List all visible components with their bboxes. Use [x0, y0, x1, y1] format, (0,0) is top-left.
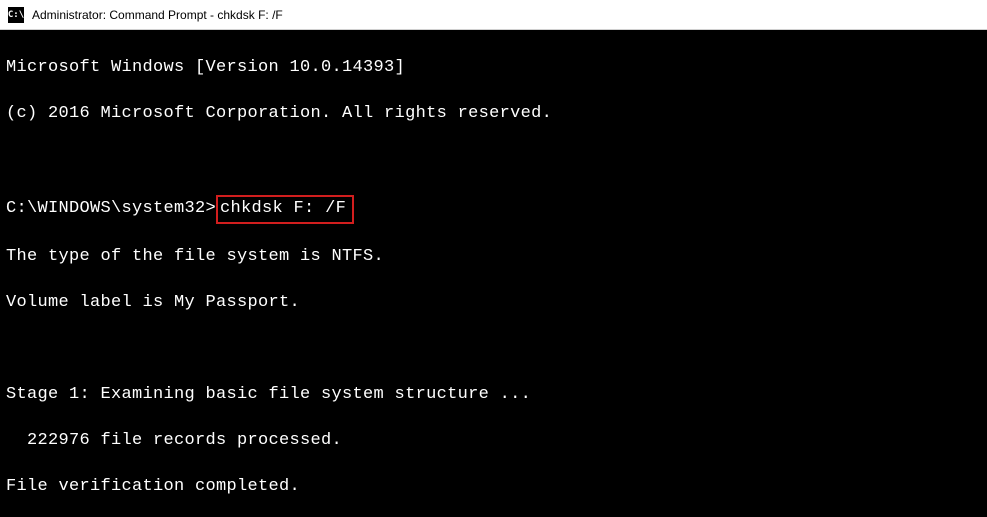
cmd-icon-text: C:\ — [8, 10, 24, 20]
console-line-stage1-records: 222976 file records processed. — [6, 430, 981, 453]
console-prompt-line: C:\WINDOWS\system32>chkdsk F: /F — [6, 195, 981, 224]
cmd-icon: C:\ — [8, 7, 24, 23]
console-line-version: Microsoft Windows [Version 10.0.14393] — [6, 57, 981, 80]
console-line-stage1-verify: File verification completed. — [6, 476, 981, 499]
console-output[interactable]: Microsoft Windows [Version 10.0.14393] (… — [0, 30, 987, 517]
command-prompt-window: C:\ Administrator: Command Prompt - chkd… — [0, 0, 987, 517]
console-line-blank — [6, 149, 981, 172]
console-line-copyright: (c) 2016 Microsoft Corporation. All righ… — [6, 103, 981, 126]
titlebar[interactable]: C:\ Administrator: Command Prompt - chkd… — [0, 0, 987, 30]
command-highlight: chkdsk F: /F — [216, 195, 354, 224]
console-prompt-prefix: C:\WINDOWS\system32> — [6, 198, 216, 221]
console-line-blank — [6, 338, 981, 361]
console-line-stage1: Stage 1: Examining basic file system str… — [6, 384, 981, 407]
window-title: Administrator: Command Prompt - chkdsk F… — [32, 8, 283, 22]
console-line-volume: Volume label is My Passport. — [6, 292, 981, 315]
console-line-fstype: The type of the file system is NTFS. — [6, 246, 981, 269]
